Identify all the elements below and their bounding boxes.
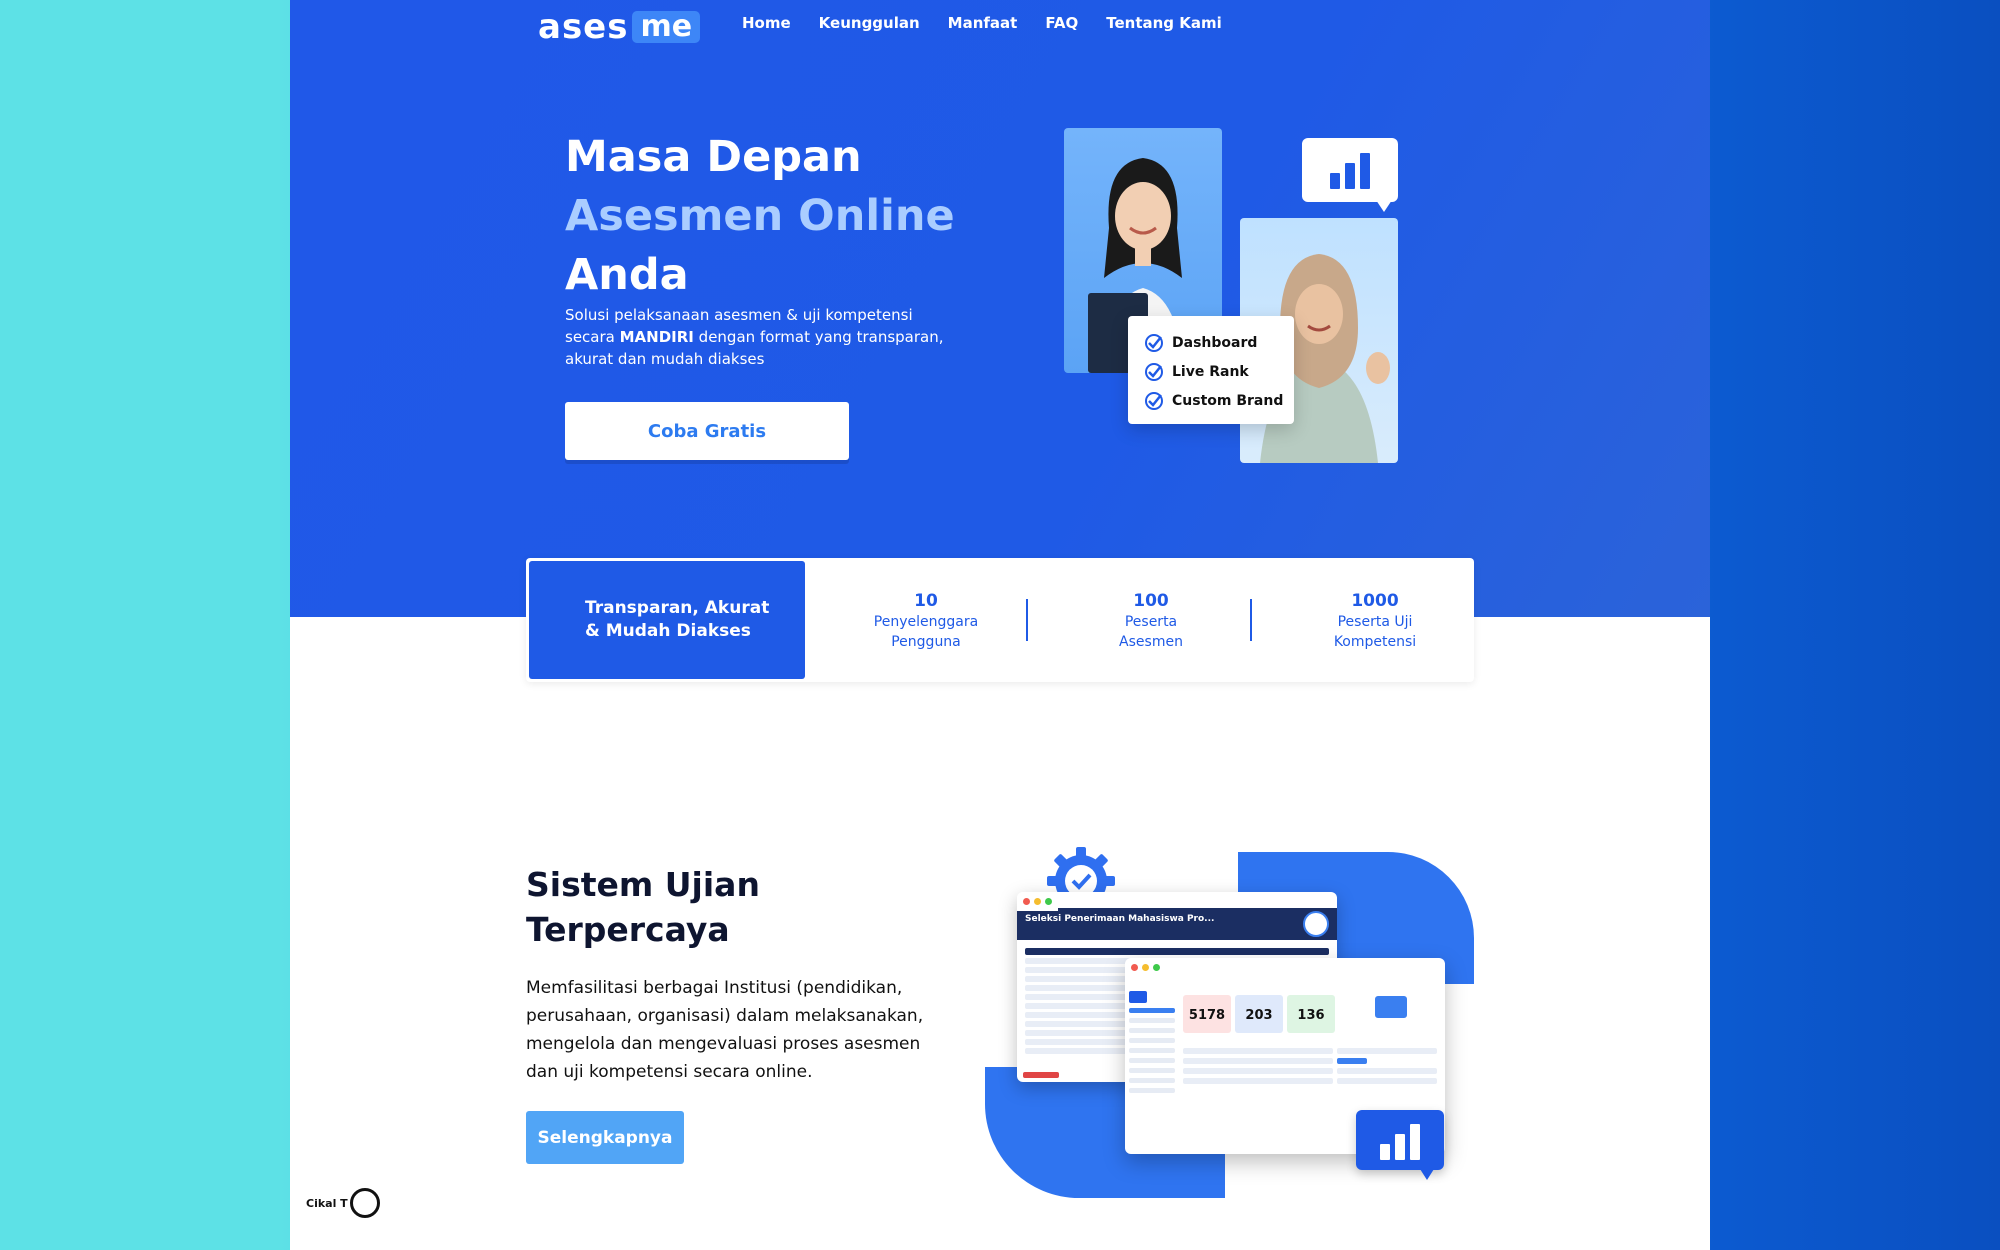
stat-label: Penyelenggara [873,614,979,630]
nav-tentang-kami[interactable]: Tentang Kami [1106,14,1222,32]
hero-title: Masa Depan Asesmen Online Anda [565,128,955,305]
check-icon [1145,391,1163,410]
check-icon [1145,333,1163,352]
corner-badge[interactable]: Cikal T [306,1188,380,1218]
stats-highlight-line2: & Mudah Diakses [585,621,751,641]
stats-bar: Transparan, Akurat & Mudah Diakses 10 Pe… [526,558,1474,682]
badge-text: Cikal T [306,1196,348,1210]
hero-title-line2: Asesmen Online [565,191,955,241]
chart-bubble-icon [1356,1110,1444,1180]
logo-text-right: me [632,11,701,43]
nav-home[interactable]: Home [742,14,791,32]
stats-highlight-line1: Transparan, Akurat [585,598,770,618]
try-free-button[interactable]: Coba Gratis [565,402,849,460]
dashboard-stat-value: 203 [1235,995,1283,1033]
stat-label: Peserta Uji [1337,614,1413,630]
stat-divider [1250,599,1252,641]
stat-number: 10 [914,591,938,611]
section-title: Sistem Ujian Terpercaya [526,862,760,952]
stat-divider [1026,599,1028,641]
hero-desc-bold: MANDIRI [619,328,694,346]
stats-highlight: Transparan, Akurat & Mudah Diakses [529,561,805,679]
feature-live-rank: Live Rank [1144,357,1294,386]
dashboard-sidebar [1129,986,1175,1098]
stat-label: Pengguna [891,634,961,650]
stat-label: Peserta [1124,614,1178,630]
brand-logo[interactable]: ases me [538,7,701,47]
hero-section: ases me Home Keunggulan Manfaat FAQ Tent… [290,0,1710,617]
dashboard-stat-value: 136 [1287,995,1335,1033]
feature-label: Dashboard [1172,334,1258,351]
window-controls [1017,892,1058,911]
stat-number: 100 [1133,591,1169,611]
check-icon [1145,362,1163,381]
feature-dashboard: Dashboard [1144,328,1294,357]
badge-circle-icon [349,1188,380,1218]
stat-label: Kompetensi [1333,634,1417,650]
hero-title-line1: Masa Depan [565,132,862,182]
section-title-line2: Terpercaya [526,910,730,949]
feature-label: Custom Brand [1172,392,1284,409]
stat-number: 1000 [1351,591,1399,611]
stat-peserta-asesmen: 100 Peserta Asesmen [1071,590,1231,652]
feature-custom-brand: Custom Brand [1144,386,1294,415]
nav-manfaat[interactable]: Manfaat [948,14,1018,32]
window-controls [1125,958,1445,977]
asesme-logo-icon [1375,996,1407,1018]
asesme-logo-icon [1303,911,1329,937]
logo-text-left: ases [538,7,629,47]
stat-peserta-uji: 1000 Peserta Uji Kompetensi [1295,590,1455,652]
learn-more-button[interactable]: Selengkapnya [526,1111,684,1164]
stat-label: Asesmen [1119,634,1183,650]
hero-title-line3: Anda [565,250,689,300]
analytics-bubble-icon [1302,138,1398,212]
feature-label: Live Rank [1172,363,1249,380]
dashboard-stat-value: 5178 [1183,995,1231,1033]
landing-page: ases me Home Keunggulan Manfaat FAQ Tent… [290,0,1710,1250]
nav-keunggulan[interactable]: Keunggulan [819,14,920,32]
feature-card: Dashboard Live Rank Custom Brand [1128,316,1294,424]
exam-window-header: Seleksi Penerimaan Mahasiswa Pro... [1017,908,1337,940]
section-description: Memfasilitasi berbagai Institusi (pendid… [526,978,924,1082]
section-title-line1: Sistem Ujian [526,865,760,904]
dashboard-stat-cards: 5178 203 136 [1183,995,1335,1033]
hero-description: Solusi pelaksanaan asesmen & uji kompete… [565,304,945,370]
main-nav: Home Keunggulan Manfaat FAQ Tentang Kami [742,14,1250,32]
exam-window-title: Seleksi Penerimaan Mahasiswa Pro... [1025,914,1215,924]
nav-faq[interactable]: FAQ [1045,14,1078,32]
stat-penyelenggara: 10 Penyelenggara Pengguna [846,590,1006,652]
